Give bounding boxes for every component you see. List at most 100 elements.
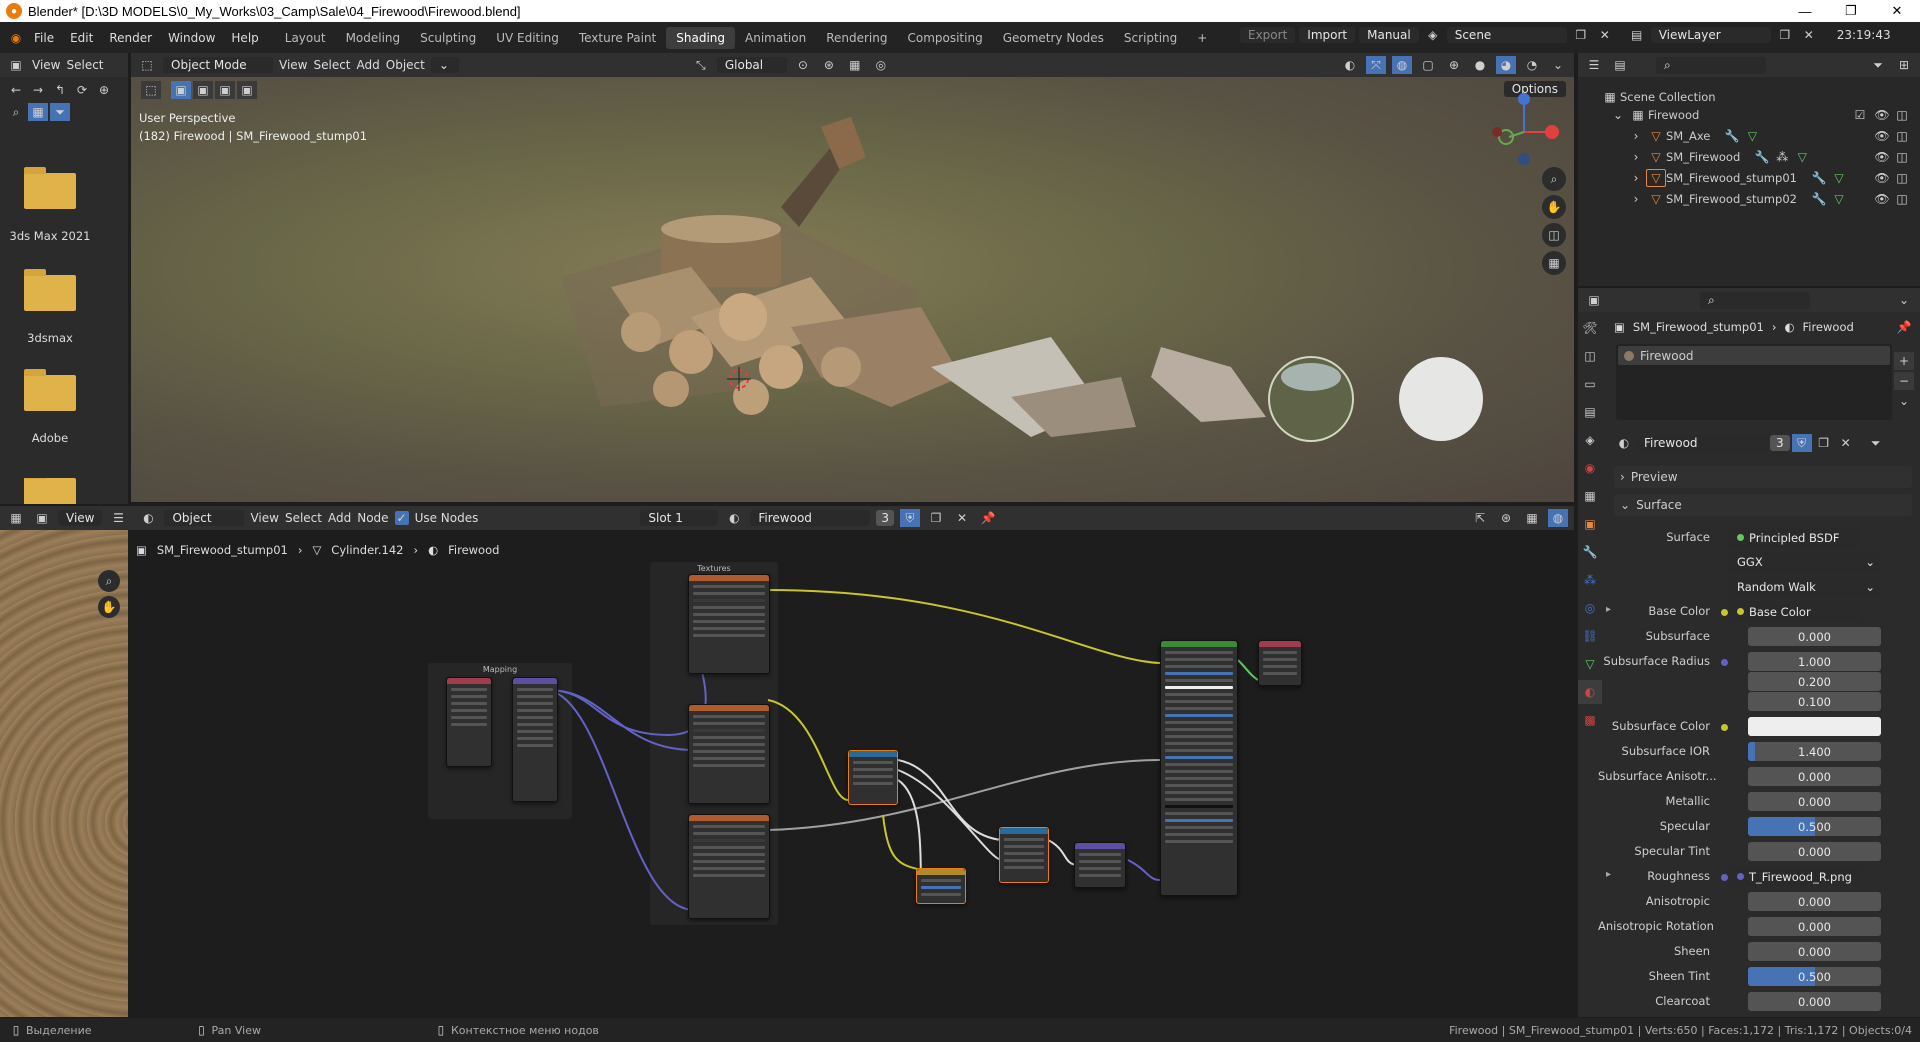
overlay-icon[interactable]: ◍	[1392, 56, 1412, 74]
tab-scripting[interactable]: Scripting	[1114, 27, 1187, 49]
editor-type-icon[interactable]: ▦	[6, 509, 26, 527]
render-tab-icon[interactable]: ◫	[1578, 344, 1602, 368]
chevron-down-icon[interactable]: ⌄	[1894, 291, 1914, 309]
delete-view-layer-icon[interactable]: ✕	[1799, 26, 1819, 44]
socket-icon[interactable]	[1721, 874, 1728, 881]
material-name-field[interactable]: Firewood	[1636, 435, 1768, 451]
view-layer-tab-icon[interactable]: ▤	[1578, 400, 1602, 424]
checkbox-icon[interactable]: ☑	[1850, 106, 1870, 124]
mode-selector[interactable]: Object Mode	[163, 57, 273, 73]
camera-render-icon[interactable]: ◫	[1892, 169, 1912, 187]
menu-icon[interactable]: ☰	[108, 509, 128, 527]
menu-help[interactable]: Help	[223, 31, 266, 45]
fb-select-menu[interactable]: Select	[66, 58, 103, 72]
use-nodes-checkbox[interactable]: ✓	[394, 511, 409, 525]
collection-tab-icon[interactable]: ▦	[1578, 484, 1602, 508]
add-slot-icon[interactable]: +	[1894, 352, 1914, 370]
texture-coordinate-node[interactable]	[446, 677, 492, 767]
snap-mode-icon[interactable]: ▦	[1522, 509, 1542, 527]
vp-extra-dropdown[interactable]: ⌄	[430, 57, 459, 73]
socket-icon[interactable]	[1721, 609, 1728, 616]
world-tab-icon[interactable]: ◉	[1578, 456, 1602, 480]
eye-icon[interactable]: 👁	[1872, 169, 1892, 187]
number-slider-field[interactable]: 0.000	[1748, 992, 1881, 1011]
tab-animation[interactable]: Animation	[735, 27, 816, 49]
material-preview-icon[interactable]: ◕	[1496, 56, 1516, 74]
ne-view-dropdown[interactable]: View	[58, 510, 103, 526]
material-name-field[interactable]: Firewood	[750, 510, 871, 526]
object-type-dropdown[interactable]: Object	[164, 510, 245, 526]
gizmo-icon[interactable]: ⤧	[1366, 56, 1386, 74]
export-button[interactable]: Export	[1240, 27, 1296, 43]
editor-type-icon[interactable]: ▣	[1584, 291, 1604, 309]
editor-type-icon[interactable]: ▣	[6, 56, 26, 74]
material-users-count[interactable]: 3	[876, 510, 895, 526]
texture-preview-panel[interactable]: ⌕ ✋	[0, 530, 128, 1017]
separate-color-node[interactable]	[848, 750, 898, 805]
camera-icon[interactable]: ◫	[1542, 223, 1566, 247]
tab-sculpting[interactable]: Sculpting	[410, 27, 486, 49]
close-button[interactable]: ✕	[1874, 0, 1920, 22]
number-slider-field[interactable]: 1.400	[1748, 742, 1881, 761]
eye-icon[interactable]: 👁	[1872, 127, 1892, 145]
thumbnail-view-icon[interactable]: ▦	[28, 103, 48, 121]
unlink-material-icon[interactable]: ✕	[1836, 434, 1856, 452]
fb-view-menu[interactable]: View	[32, 58, 60, 72]
editor-type-icon[interactable]: ☰	[1584, 56, 1604, 74]
particles-tab-icon[interactable]: ⁂	[1578, 568, 1602, 592]
tab-geometry-nodes[interactable]: Geometry Nodes	[993, 27, 1114, 49]
menu-edit[interactable]: Edit	[62, 31, 101, 45]
remove-slot-icon[interactable]: −	[1894, 372, 1914, 390]
chevron-right-icon[interactable]: ›	[1626, 190, 1646, 208]
number-slider-field[interactable]: 0.000	[1748, 792, 1881, 811]
delete-scene-icon[interactable]: ✕	[1595, 26, 1615, 44]
surface-panel-header[interactable]: ⌄ Surface	[1614, 494, 1912, 516]
folder-item[interactable]: 3ds Max 2021	[0, 167, 100, 243]
ortho-grid-icon[interactable]: ▦	[1542, 251, 1566, 275]
properties-search-input[interactable]: ⌕	[1700, 291, 1810, 309]
shader-type-icon[interactable]: ◐	[138, 509, 158, 527]
tool-tab-icon[interactable]: 🛠	[1578, 316, 1602, 340]
rendered-shading-icon[interactable]: ◔	[1522, 56, 1542, 74]
number-slider-field[interactable]: 0.000	[1748, 767, 1881, 786]
mapping-node[interactable]	[512, 677, 558, 802]
back-arrow-icon[interactable]: ←	[6, 81, 26, 99]
duplicate-material-icon[interactable]: ❐	[1814, 434, 1834, 452]
number-slider-field[interactable]: 0.000	[1748, 627, 1881, 646]
new-folder-icon[interactable]: ⊕	[94, 81, 114, 99]
chevron-down-icon[interactable]: ⌄	[1608, 106, 1628, 124]
vp-menu-view[interactable]: View	[279, 58, 307, 72]
image-icon[interactable]: ▣	[32, 509, 52, 527]
search-icon[interactable]: ⌕	[6, 103, 26, 121]
tab-rendering[interactable]: Rendering	[816, 27, 897, 49]
view-layer-selector[interactable]: ViewLayer	[1650, 27, 1771, 43]
material-browse-icon[interactable]: ◐	[1614, 434, 1634, 452]
new-scene-icon[interactable]: ❐	[1571, 26, 1591, 44]
zoom-icon[interactable]: ⌕	[98, 570, 120, 592]
folder-item[interactable]: Adobe	[0, 369, 100, 445]
normal-map-node[interactable]	[1074, 842, 1126, 888]
camera-render-icon[interactable]: ◫	[1892, 127, 1912, 145]
number-slider-field[interactable]: 0.000	[1748, 892, 1881, 911]
eye-icon[interactable]: 👁	[1872, 190, 1892, 208]
fake-user-shield-icon[interactable]: ⛨	[900, 509, 921, 527]
duplicate-material-icon[interactable]: ❐	[926, 509, 946, 527]
pin-icon[interactable]: 📌	[978, 509, 998, 527]
outliner-row-sm-firewood-stump02[interactable]: › ▽ SM_Firewood_stump02 🔧 ▽ 👁 ◫	[1626, 189, 1914, 209]
ne-menu-add[interactable]: Add	[328, 511, 351, 525]
outliner-row-sm-firewood[interactable]: › ▽ SM_Firewood 🔧 ⁂ ▽ 👁 ◫	[1626, 147, 1914, 167]
parent-node-tree-icon[interactable]: ⇱	[1470, 509, 1490, 527]
filter-icon[interactable]: ⏷	[1868, 56, 1888, 74]
snap-node-icon[interactable]: ⊛	[1496, 509, 1516, 527]
invert-node[interactable]	[916, 868, 966, 904]
blender-menu-icon[interactable]: ◉	[6, 29, 26, 47]
import-button[interactable]: Import	[1299, 27, 1356, 43]
number-slider-field[interactable]: 0.000	[1748, 917, 1881, 936]
image-texture-node[interactable]	[688, 814, 770, 919]
vp-menu-object[interactable]: Object	[386, 58, 425, 72]
eye-icon[interactable]: 👁	[1872, 106, 1892, 124]
ne-menu-node[interactable]: Node	[357, 511, 388, 525]
principled-bsdf-node[interactable]	[1160, 640, 1238, 896]
outliner-row-sm-firewood-stump01[interactable]: › ▽ SM_Firewood_stump01 🔧 ▽ 👁 ◫	[1626, 168, 1914, 188]
tab-texture-paint[interactable]: Texture Paint	[569, 27, 666, 49]
